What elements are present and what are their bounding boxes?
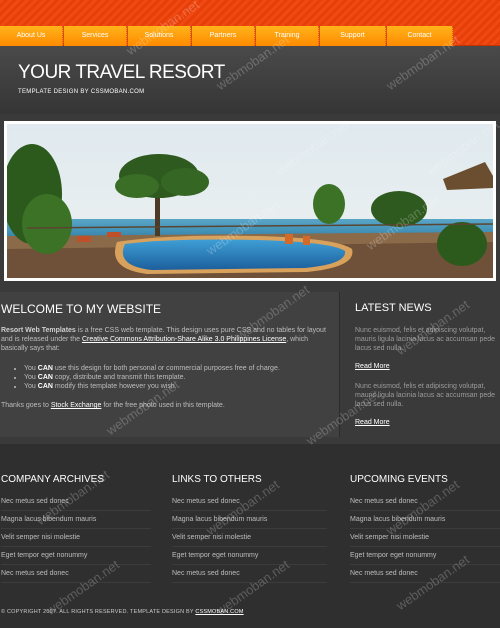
list-item[interactable]: Nec metus sed donec: [172, 493, 327, 511]
list-item[interactable]: Nec metus sed donec: [1, 565, 151, 583]
nav-partners[interactable]: Partners: [192, 26, 255, 46]
feature-list: You CAN use this design for both persona…: [14, 364, 324, 391]
resort-pool-photo: [2, 124, 494, 278]
list-item[interactable]: Nec metus sed donec: [1, 493, 151, 511]
list-item: You CAN copy, distribute and transmit th…: [24, 373, 324, 382]
list-item[interactable]: Nec metus sed donec: [350, 565, 500, 583]
list-item[interactable]: Eget tempor eget nonummy: [350, 547, 500, 565]
bullet-text: use this design for both personal or com…: [52, 365, 280, 372]
nav-solutions[interactable]: Solutions: [128, 26, 191, 46]
upcoming-events-list: Nec metus sed donec Magna lacus bibendum…: [350, 493, 500, 583]
thanks-text: for the free photo used in this template…: [101, 402, 225, 409]
links-to-others-list: Nec metus sed donec Magna lacus bibendum…: [172, 493, 327, 583]
upcoming-events-heading: UPCOMING EVENTS: [350, 474, 448, 485]
list-item[interactable]: Eget tempor eget nonummy: [172, 547, 327, 565]
list-item[interactable]: Velit semper nisi molestie: [172, 529, 327, 547]
license-link[interactable]: Creative Commons Attribution-Share Alike…: [82, 336, 286, 343]
site-tagline: TEMPLATE DESIGN BY CSSMOBAN.COM: [18, 89, 145, 95]
list-item[interactable]: Magna lacus bibendum mauris: [1, 511, 151, 529]
list-item[interactable]: Nec metus sed donec: [172, 565, 327, 583]
site-title: YOUR TRAVEL RESORT: [18, 62, 225, 83]
list-item: You CAN use this design for both persona…: [24, 364, 324, 373]
thanks-paragraph: Thanks goes to Stock Exchange for the fr…: [1, 402, 331, 409]
welcome-heading: WELCOME TO MY WEBSITE: [1, 302, 162, 316]
list-item[interactable]: Eget tempor eget nonummy: [1, 547, 151, 565]
news-item-text: Nunc euismod, felis et adipiscing volutp…: [355, 327, 496, 352]
list-item[interactable]: Velit semper nisi molestie: [1, 529, 151, 547]
read-more-link[interactable]: Read More: [355, 419, 390, 426]
bullet-text: You: [24, 374, 38, 381]
bullet-bold: CAN: [37, 374, 53, 381]
main-nav: About Us Services Solutions Partners Tra…: [0, 26, 500, 46]
welcome-bold: Resort Web Templates: [1, 327, 76, 334]
thanks-text: Thanks goes to: [1, 402, 51, 409]
cssmoban-link[interactable]: CSSMOBAN.COM: [195, 609, 243, 615]
list-item[interactable]: Velit semper nisi molestie: [350, 529, 500, 547]
nav-about-us[interactable]: About Us: [0, 26, 63, 46]
list-item[interactable]: Nec metus sed donec: [350, 493, 500, 511]
bullet-bold: CAN: [37, 383, 53, 390]
nav-training[interactable]: Training: [256, 26, 319, 46]
read-more-link[interactable]: Read More: [355, 363, 390, 370]
bullet-text: You: [24, 383, 38, 390]
list-item[interactable]: Magna lacus bibendum mauris: [350, 511, 500, 529]
list-item: You CAN modify this template however you…: [24, 382, 324, 391]
company-archives-heading: COMPANY ARCHIVES: [1, 474, 104, 485]
nav-support[interactable]: Support: [320, 26, 386, 46]
copyright-text: © COPYRIGHT 2007. ALL RIGHTS RESERVED. T…: [1, 609, 196, 615]
nav-contact[interactable]: Contact: [387, 26, 453, 46]
welcome-paragraph: Resort Web Templates is a free CSS web t…: [1, 326, 327, 353]
links-to-others-heading: LINKS TO OTHERS: [172, 474, 262, 485]
bullet-bold: CAN: [37, 365, 53, 372]
list-item[interactable]: Magna lacus bibendum mauris: [172, 511, 327, 529]
company-archives-list: Nec metus sed donec Magna lacus bibendum…: [1, 493, 151, 583]
bullet-text: modify this template however you wish.: [52, 383, 177, 390]
stock-exchange-link[interactable]: Stock Exchange: [51, 402, 102, 409]
footer: © COPYRIGHT 2007. ALL RIGHTS RESERVED. T…: [1, 609, 499, 615]
hero-photo-frame: [2, 121, 496, 281]
nav-services[interactable]: Services: [64, 26, 127, 46]
bullet-text: copy, distribute and transmit this templ…: [52, 374, 186, 381]
news-item-text: Nunc euismod, felis et adipiscing volutp…: [355, 383, 496, 408]
latest-news-heading: LATEST NEWS: [355, 302, 432, 314]
bullet-text: You: [24, 365, 38, 372]
